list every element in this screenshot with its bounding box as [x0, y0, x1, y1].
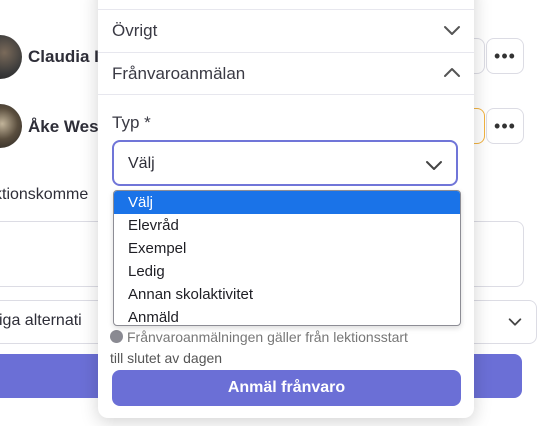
info-icon: [110, 330, 123, 343]
chevron-down-icon: [426, 161, 442, 170]
accordion-label: Frånvaroanmälan: [112, 64, 246, 83]
accordion-ovrigt[interactable]: Övrigt: [98, 9, 474, 52]
person-name: Åke Wes: [28, 117, 99, 136]
type-option[interactable]: Exempel: [114, 237, 460, 260]
chevron-up-icon: [444, 68, 460, 77]
chevron-down-icon: [444, 26, 460, 35]
type-option[interactable]: Välj: [114, 191, 460, 214]
type-option[interactable]: Elevråd: [114, 214, 460, 237]
type-option[interactable]: Anmäld: [114, 306, 460, 325]
type-options-list[interactable]: Välj Elevråd Exempel Ledig Annan skolakt…: [113, 190, 461, 326]
comment-label: ktionskomme: [0, 186, 89, 203]
more-horizontal-icon: •••: [494, 45, 516, 66]
type-select[interactable]: Välj: [112, 140, 458, 186]
divider: [98, 94, 474, 95]
hint-line-1: Frånvaroanmälningen gäller från lektions…: [127, 329, 408, 345]
row-action-button[interactable]: [474, 38, 485, 74]
options-select-value: iga alternati: [0, 312, 82, 329]
submit-absence-button[interactable]: Anmäl frånvaro: [112, 370, 461, 406]
accordion-franvaroanmalan[interactable]: Frånvaroanmälan: [98, 52, 474, 95]
more-options-button[interactable]: •••: [486, 38, 524, 74]
type-option[interactable]: Ledig: [114, 260, 460, 283]
hint-line-2: till slutet av dagen: [110, 350, 223, 366]
row-action-button[interactable]: [474, 108, 485, 144]
avatar: [0, 104, 22, 148]
type-select-value: Välj: [128, 155, 155, 172]
type-option[interactable]: Annan skolaktivitet: [114, 283, 460, 306]
avatar: [0, 35, 22, 79]
more-horizontal-icon: •••: [494, 115, 516, 136]
absence-hint: Frånvaroanmälningen gäller från lektions…: [110, 327, 470, 369]
accordion-label: Övrigt: [112, 21, 158, 40]
more-options-button[interactable]: •••: [486, 108, 524, 144]
chevron-down-icon: [508, 318, 522, 326]
type-field-label: Typ *: [112, 113, 151, 132]
person-name: Claudia I: [28, 47, 99, 66]
